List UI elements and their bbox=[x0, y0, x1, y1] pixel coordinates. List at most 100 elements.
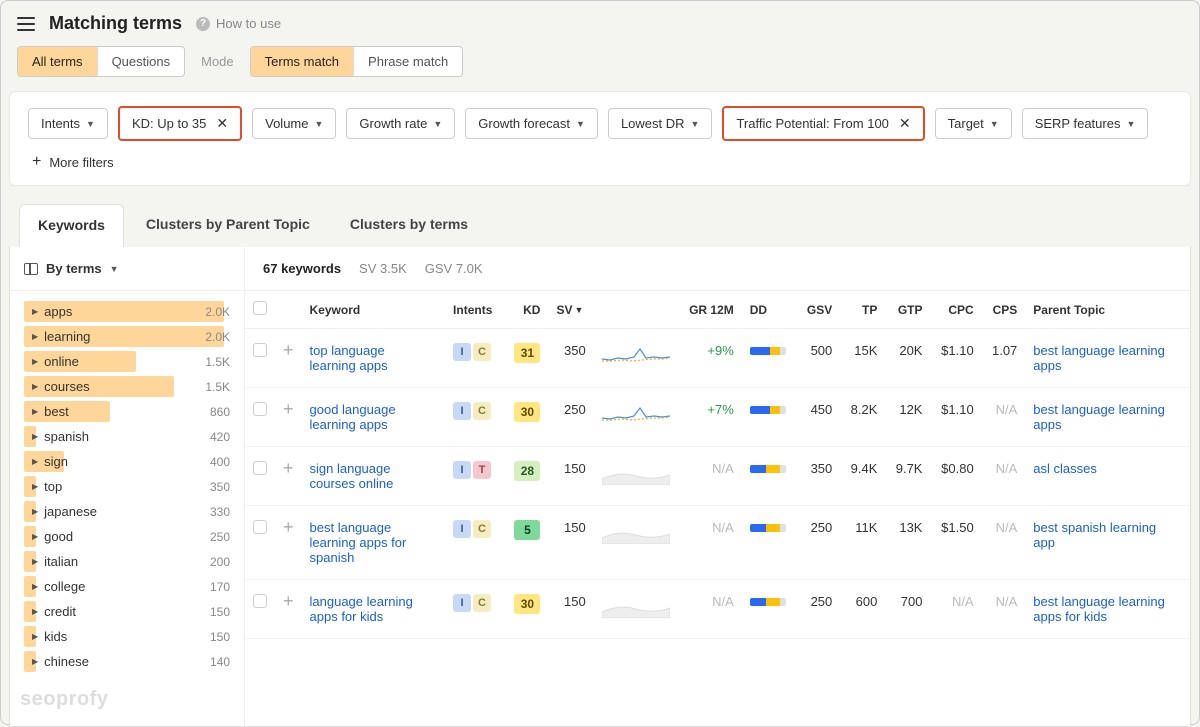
filter-volume[interactable]: Volume▼ bbox=[252, 108, 336, 139]
tab-clusters-by-parent-topic[interactable]: Clusters by Parent Topic bbox=[128, 204, 328, 247]
term-count: 150 bbox=[210, 605, 230, 619]
expand-icon[interactable]: + bbox=[283, 340, 294, 360]
filter-growth-rate[interactable]: Growth rate▼ bbox=[346, 108, 455, 139]
col-intents[interactable]: Intents bbox=[445, 291, 504, 329]
cell-tp: 8.2K bbox=[840, 388, 885, 447]
keyword-link[interactable]: good language learning apps bbox=[310, 402, 430, 432]
col-dd[interactable]: DD bbox=[742, 291, 797, 329]
segment-terms-match[interactable]: Terms match bbox=[251, 47, 354, 76]
select-all-checkbox[interactable] bbox=[253, 301, 267, 315]
cell-dd bbox=[742, 506, 797, 580]
expand-icon[interactable]: + bbox=[283, 591, 294, 611]
cell-cps: 1.07 bbox=[982, 329, 1026, 388]
term-count: 330 bbox=[210, 505, 230, 519]
more-filters-button[interactable]: + More filters bbox=[32, 153, 114, 171]
cell-tp: 11K bbox=[840, 506, 885, 580]
filter-target[interactable]: Target▼ bbox=[935, 108, 1012, 139]
col-gtp[interactable]: GTP bbox=[885, 291, 930, 329]
filter-serp-features[interactable]: SERP features▼ bbox=[1022, 108, 1149, 139]
filter-intents[interactable]: Intents▼ bbox=[28, 108, 108, 139]
expand-icon[interactable]: + bbox=[283, 458, 294, 478]
keyword-link[interactable]: sign language courses online bbox=[310, 461, 430, 491]
term-sign[interactable]: ▶sign400 bbox=[10, 449, 244, 474]
table-row: +sign language courses onlineIT28150N/A3… bbox=[245, 447, 1190, 506]
parent-topic-link[interactable]: best language learning apps bbox=[1033, 343, 1173, 373]
col-cpc[interactable]: CPC bbox=[930, 291, 981, 329]
cell-gr: N/A bbox=[678, 580, 742, 639]
term-chinese[interactable]: ▶chinese140 bbox=[10, 649, 244, 674]
kd-badge: 30 bbox=[514, 402, 540, 422]
intent-badge-t: T bbox=[473, 461, 491, 479]
term-spanish[interactable]: ▶spanish420 bbox=[10, 424, 244, 449]
term-kids[interactable]: ▶kids150 bbox=[10, 624, 244, 649]
col-tp[interactable]: TP bbox=[840, 291, 885, 329]
row-checkbox[interactable] bbox=[253, 343, 267, 357]
col-gsv[interactable]: GSV bbox=[797, 291, 841, 329]
cell-sv: 250 bbox=[548, 388, 593, 447]
term-italian[interactable]: ▶italian200 bbox=[10, 549, 244, 574]
how-to-use-link[interactable]: ? How to use bbox=[196, 16, 281, 31]
by-terms-dropdown[interactable]: By terms ▼ bbox=[10, 247, 244, 291]
row-checkbox[interactable] bbox=[253, 520, 267, 534]
parent-topic-link[interactable]: best spanish learning app bbox=[1033, 520, 1173, 550]
col-keyword[interactable]: Keyword bbox=[302, 291, 446, 329]
segment-questions[interactable]: Questions bbox=[98, 47, 185, 76]
cell-gtp: 20K bbox=[885, 329, 930, 388]
chevron-right-icon: ▶ bbox=[32, 532, 38, 541]
menu-icon[interactable] bbox=[17, 17, 35, 31]
term-label: ▶top bbox=[32, 479, 62, 494]
expand-icon[interactable]: + bbox=[283, 399, 294, 419]
main-panel: 67 keywords SV 3.5K GSV 7.0K Keyword Int… bbox=[245, 247, 1190, 726]
term-learning[interactable]: ▶learning2.0K bbox=[10, 324, 244, 349]
col-kd[interactable]: KD bbox=[504, 291, 548, 329]
parent-topic-link[interactable]: best language learning apps bbox=[1033, 402, 1173, 432]
keyword-link[interactable]: language learning apps for kids bbox=[310, 594, 430, 624]
term-label: ▶online bbox=[32, 354, 79, 369]
term-courses[interactable]: ▶courses1.5K bbox=[10, 374, 244, 399]
term-count: 420 bbox=[210, 430, 230, 444]
col-sv[interactable]: SV▼ bbox=[548, 291, 593, 329]
cell-intents: IT bbox=[445, 447, 504, 506]
cell-cpc: $0.80 bbox=[930, 447, 981, 506]
parent-topic-link[interactable]: best language learning apps for kids bbox=[1033, 594, 1173, 624]
dd-bar bbox=[750, 598, 786, 606]
term-japanese[interactable]: ▶japanese330 bbox=[10, 499, 244, 524]
row-checkbox[interactable] bbox=[253, 402, 267, 416]
tab-clusters-by-terms[interactable]: Clusters by terms bbox=[332, 204, 486, 247]
row-checkbox[interactable] bbox=[253, 461, 267, 475]
chevron-right-icon: ▶ bbox=[32, 332, 38, 341]
cell-keyword: sign language courses online bbox=[302, 447, 446, 506]
keyword-link[interactable]: best language learning apps for spanish bbox=[310, 520, 430, 565]
cell-sv: 150 bbox=[548, 447, 593, 506]
row-checkbox[interactable] bbox=[253, 594, 267, 608]
filter-growth-forecast[interactable]: Growth forecast▼ bbox=[465, 108, 598, 139]
term-apps[interactable]: ▶apps2.0K bbox=[10, 299, 244, 324]
term-college[interactable]: ▶college170 bbox=[10, 574, 244, 599]
parent-topic-link[interactable]: asl classes bbox=[1033, 461, 1097, 476]
chevron-right-icon: ▶ bbox=[32, 382, 38, 391]
segment-all-terms[interactable]: All terms bbox=[18, 47, 98, 76]
filter-traffic-potential[interactable]: Traffic Potential: From 100✕ bbox=[722, 106, 924, 141]
col-gr[interactable]: GR 12M bbox=[678, 291, 742, 329]
filter-lowest-dr[interactable]: Lowest DR▼ bbox=[608, 108, 713, 139]
close-icon[interactable]: ✕ bbox=[895, 115, 911, 132]
tab-keywords[interactable]: Keywords bbox=[19, 204, 124, 247]
close-icon[interactable]: ✕ bbox=[212, 115, 228, 132]
terms-questions-segment: All termsQuestions bbox=[17, 46, 185, 77]
expand-icon[interactable]: + bbox=[283, 517, 294, 537]
col-cps[interactable]: CPS bbox=[982, 291, 1026, 329]
term-online[interactable]: ▶online1.5K bbox=[10, 349, 244, 374]
kd-badge: 28 bbox=[514, 461, 540, 481]
keywords-table: Keyword Intents KD SV▼ GR 12M DD GSV TP … bbox=[245, 291, 1190, 639]
keyword-link[interactable]: top language learning apps bbox=[310, 343, 430, 373]
term-good[interactable]: ▶good250 bbox=[10, 524, 244, 549]
term-top[interactable]: ▶top350 bbox=[10, 474, 244, 499]
cell-gsv: 350 bbox=[797, 447, 841, 506]
col-parent[interactable]: Parent Topic bbox=[1025, 291, 1190, 329]
cell-intents: IC bbox=[445, 388, 504, 447]
term-best[interactable]: ▶best860 bbox=[10, 399, 244, 424]
segment-phrase-match[interactable]: Phrase match bbox=[354, 47, 462, 76]
term-credit[interactable]: ▶credit150 bbox=[10, 599, 244, 624]
filter-kd[interactable]: KD: Up to 35✕ bbox=[118, 106, 242, 141]
chevron-right-icon: ▶ bbox=[32, 607, 38, 616]
